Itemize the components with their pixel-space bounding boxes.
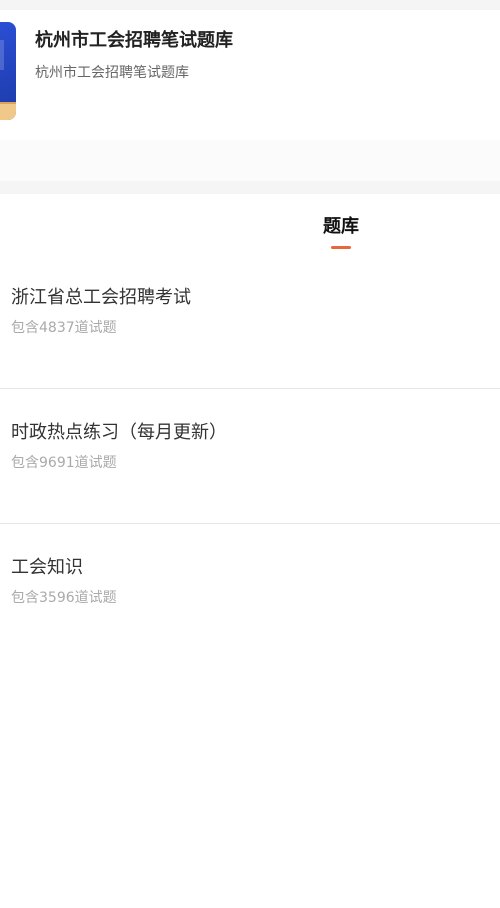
bank-title: 杭州市工会招聘笔试题库 bbox=[35, 30, 233, 51]
bank-item-count: 包含9691道试题 bbox=[11, 455, 117, 471]
tab-question-bank[interactable]: 题库 bbox=[300, 212, 382, 249]
header-spacer bbox=[0, 140, 500, 181]
section-divider bbox=[0, 181, 500, 194]
cover-bottom-band bbox=[0, 102, 16, 120]
bank-item-count: 包含4837道试题 bbox=[11, 320, 117, 336]
bank-header: 杭州市工会招聘笔试题库 杭州市工会招聘笔试题库 bbox=[0, 10, 500, 140]
book-cover-image bbox=[0, 22, 16, 120]
top-strip bbox=[0, 0, 500, 10]
bank-item-name: 浙江省总工会招聘考试 bbox=[11, 287, 191, 308]
bank-item-name: 时政热点练习（每月更新） bbox=[11, 422, 227, 443]
question-bank-list: 浙江省总工会招聘考试 包含4837道试题 时政热点练习（每月更新） 包含9691… bbox=[0, 254, 500, 658]
bank-subtitle: 杭州市工会招聘笔试题库 bbox=[35, 65, 189, 81]
cover-highlight bbox=[0, 40, 4, 70]
list-item[interactable]: 工会知识 包含3596道试题 bbox=[0, 524, 500, 658]
tab-label: 题库 bbox=[323, 216, 359, 237]
active-tab-indicator bbox=[331, 246, 351, 249]
tab-bar: 题库 bbox=[0, 194, 500, 254]
bank-item-count: 包含3596道试题 bbox=[11, 590, 117, 606]
bank-item-name: 工会知识 bbox=[11, 557, 83, 578]
list-item[interactable]: 时政热点练习（每月更新） 包含9691道试题 bbox=[0, 389, 500, 524]
list-item[interactable]: 浙江省总工会招聘考试 包含4837道试题 bbox=[0, 254, 500, 389]
